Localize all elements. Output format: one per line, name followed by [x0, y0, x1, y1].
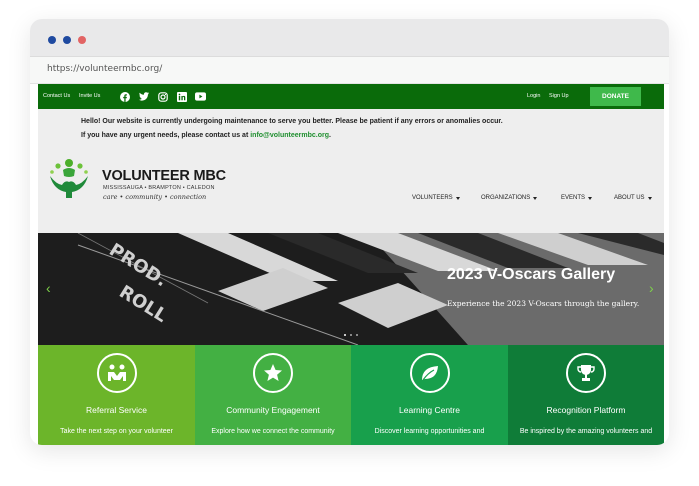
invite-us-link[interactable]: Invite Us — [79, 93, 100, 99]
site-logo[interactable]: VOLUNTEER MBC MISSISSAUGA • BRAMPTON • C… — [46, 152, 226, 204]
notice-line-1: Hello! Our website is currently undergoi… — [81, 118, 503, 125]
contact-us-link[interactable]: Contact Us — [43, 93, 70, 99]
nav-volunteers[interactable]: VOLUNTEERS — [412, 195, 460, 201]
facebook-icon[interactable] — [119, 91, 130, 102]
card-community-engagement[interactable]: Community Engagement Explore how we conn… — [195, 345, 351, 445]
notice-line-2: If you have any urgent needs, please con… — [81, 132, 331, 139]
card-title: Learning Centre — [399, 405, 460, 415]
donate-button[interactable]: DONATE — [590, 87, 641, 106]
window-dot-2[interactable] — [63, 36, 71, 44]
address-bar[interactable]: https://volunteermbc.org/ — [30, 57, 669, 84]
nav-label: EVENTS — [561, 195, 586, 201]
notice-text: If you have any urgent needs, please con… — [81, 132, 251, 139]
card-subtitle: Be inspired by the amazing volunteers an… — [519, 428, 653, 435]
slider-dot[interactable] — [356, 334, 358, 336]
linkedin-icon[interactable] — [176, 91, 187, 102]
youtube-icon[interactable] — [195, 91, 206, 102]
browser-window: https://volunteermbc.org/ Contact Us Inv… — [30, 19, 669, 445]
chevron-down-icon — [588, 196, 593, 200]
instagram-icon[interactable] — [157, 91, 168, 102]
card-title: Recognition Platform — [546, 405, 626, 415]
handshake-icon — [96, 353, 137, 393]
login-link[interactable]: Login — [527, 93, 540, 99]
slider-prev-arrow[interactable]: ‹ — [46, 280, 51, 296]
logo-cities: MISSISSAUGA • BRAMPTON • CALEDON — [103, 185, 215, 191]
window-dot-1[interactable] — [48, 36, 56, 44]
hero-clapperboard-image: PROD. ROLL — [38, 233, 664, 345]
card-subtitle: Take the next step on your volunteer — [60, 428, 173, 435]
chevron-down-icon — [647, 196, 652, 200]
card-learning-centre[interactable]: Learning Centre Discover learning opport… — [351, 345, 508, 445]
card-title: Community Engagement — [226, 405, 320, 415]
leaf-icon — [409, 353, 450, 393]
nav-label: ABOUT US — [614, 195, 645, 201]
logo-name: VOLUNTEER MBC — [102, 168, 226, 184]
card-title: Referral Service — [86, 405, 147, 415]
trophy-icon — [566, 353, 606, 393]
card-recognition-platform[interactable]: Recognition Platform Be inspired by the … — [508, 345, 664, 445]
chevron-down-icon — [455, 196, 460, 200]
logo-hands-icon — [50, 159, 88, 198]
slider-pagination[interactable] — [344, 334, 358, 336]
slider-next-arrow[interactable]: › — [649, 280, 654, 296]
hero-subtitle: Experience the 2023 V-Oscars through the… — [447, 299, 640, 308]
star-icon — [253, 353, 293, 393]
hero-slider[interactable]: PROD. ROLL 2023 V-Oscars Gallery Experie… — [38, 233, 664, 345]
card-subtitle: Discover learning opportunities and — [374, 428, 485, 435]
signup-link[interactable]: Sign Up — [549, 93, 569, 99]
url-text[interactable]: https://volunteermbc.org/ — [47, 64, 162, 74]
twitter-icon[interactable] — [138, 91, 149, 102]
contact-email-link[interactable]: info@volunteermbc.org — [250, 132, 329, 139]
website-viewport: Contact Us Invite Us Login Sign Up DONAT… — [38, 84, 664, 445]
slider-dot[interactable] — [350, 334, 352, 336]
nav-organizations[interactable]: ORGANIZATIONS — [481, 195, 538, 201]
slider-dot-active[interactable] — [344, 334, 346, 336]
chevron-down-icon — [533, 196, 538, 200]
hero-title: 2023 V-Oscars Gallery — [447, 266, 616, 283]
card-referral-service[interactable]: Referral Service Take the next step on y… — [38, 345, 195, 445]
logo-tagline: care • community • connection — [103, 193, 207, 201]
nav-events[interactable]: EVENTS — [561, 195, 593, 201]
window-dot-3[interactable] — [78, 36, 86, 44]
nav-about-us[interactable]: ABOUT US — [614, 195, 652, 201]
top-bar: Contact Us Invite Us Login Sign Up DONAT… — [38, 84, 664, 109]
browser-titlebar — [30, 19, 669, 57]
card-subtitle: Explore how we connect the community — [211, 428, 335, 435]
nav-label: ORGANIZATIONS — [481, 195, 531, 201]
notice-suffix: . — [329, 132, 331, 139]
nav-label: VOLUNTEERS — [412, 195, 453, 201]
